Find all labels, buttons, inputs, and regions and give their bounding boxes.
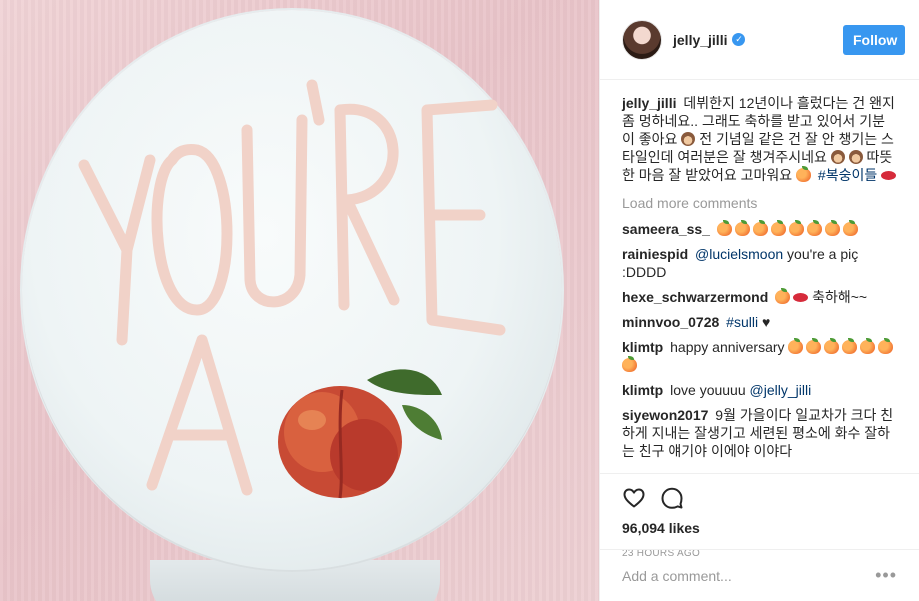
avatar[interactable] <box>622 19 662 60</box>
peach-icon <box>716 220 732 236</box>
post-sidebar: jelly_jilli ✓ Follow jelly_jilli 데뷔한지 12… <box>599 0 919 601</box>
peach-icon <box>752 220 768 236</box>
comment: minnvoo_0728 #sulli ♥ <box>622 313 897 331</box>
peach-icon <box>622 356 637 372</box>
comment-text: happy anniversary <box>670 339 785 355</box>
comment-hashtag[interactable]: #sulli <box>726 314 758 330</box>
post-header: jelly_jilli ✓ Follow <box>600 0 919 80</box>
post-actions: 96,094 likes 23 HOURS AGO ••• <box>600 473 919 601</box>
comment-text: love youuuu <box>670 382 750 398</box>
caption-username[interactable]: jelly_jilli <box>622 95 676 111</box>
comment-username[interactable]: rainiespid <box>622 246 688 262</box>
see-no-evil-monkey-icon <box>830 150 845 164</box>
comment-username[interactable]: minnvoo_0728 <box>622 314 719 330</box>
comment: rainiespid @lucielsmoon you're a piç :DD… <box>622 245 897 281</box>
peach-icon <box>775 288 791 304</box>
cake-top <box>22 10 562 570</box>
comment-text: 축하해~~ <box>808 289 868 305</box>
comment-mention[interactable]: @jelly_jilli <box>750 382 812 398</box>
header-username[interactable]: jelly_jilli <box>673 32 727 48</box>
comment-username[interactable]: klimtp <box>622 382 663 398</box>
comment: hexe_schwarzermond 축하해~~ <box>622 288 897 306</box>
verified-badge-icon: ✓ <box>732 33 746 46</box>
add-comment-input[interactable] <box>622 567 876 584</box>
see-no-evil-monkey-icon <box>681 132 696 146</box>
comment-username[interactable]: klimtp <box>622 339 663 355</box>
peach-icon <box>806 338 822 354</box>
peach-icon <box>842 220 858 236</box>
instagram-post: jelly_jilli ✓ Follow jelly_jilli 데뷔한지 12… <box>0 0 919 601</box>
lips-icon <box>793 293 809 302</box>
black-heart-icon: ♥ <box>761 314 771 330</box>
peach-icon <box>734 220 750 236</box>
post-photo[interactable] <box>0 0 599 601</box>
comment-username[interactable]: hexe_schwarzermond <box>622 289 768 305</box>
more-options-icon[interactable]: ••• <box>875 565 897 586</box>
comment-username[interactable]: sameera_ss_ <box>622 221 710 237</box>
comment-icon[interactable] <box>660 486 684 510</box>
see-no-evil-monkey-icon <box>848 150 863 164</box>
caption-hashtag[interactable]: #복숭이들 <box>818 167 877 183</box>
peach-icon <box>860 338 876 354</box>
add-comment-bar: ••• <box>600 549 919 601</box>
peach-icon <box>770 220 786 236</box>
peach-icon <box>796 166 812 182</box>
peach-icon <box>788 338 804 354</box>
peach-icon <box>824 338 840 354</box>
peach-decoration <box>278 369 442 499</box>
comment: sameera_ss_ <box>622 220 897 238</box>
heart-icon[interactable] <box>622 486 646 510</box>
caption: jelly_jilli 데뷔한지 12년이나 흘렀다는 건 왠지 좀 멍하네요.… <box>622 94 897 184</box>
comment-username[interactable]: siyewon2017 <box>622 407 708 423</box>
comment-mention[interactable]: @lucielsmoon <box>695 246 783 262</box>
comments-list: jelly_jilli 데뷔한지 12년이나 흘렀다는 건 왠지 좀 멍하네요.… <box>600 80 919 473</box>
likes-count[interactable]: 96,094 likes <box>622 520 897 536</box>
comment: klimtp love youuuu @jelly_jilli <box>622 381 897 399</box>
load-more-comments-link[interactable]: Load more comments <box>622 194 897 212</box>
lips-icon <box>881 171 897 180</box>
comment: klimtp happy anniversary <box>622 338 897 374</box>
action-icons <box>622 474 897 514</box>
peach-icon <box>788 220 804 236</box>
peach-icon <box>842 338 858 354</box>
peach-icon <box>824 220 840 236</box>
follow-button[interactable]: Follow <box>843 24 905 55</box>
cake-lettering <box>78 79 506 499</box>
peach-icon <box>878 338 894 354</box>
peach-icon <box>806 220 822 236</box>
comment: siyewon2017 9월 가을이다 일교차가 크다 친하게 지내는 잘생기고… <box>622 406 897 460</box>
